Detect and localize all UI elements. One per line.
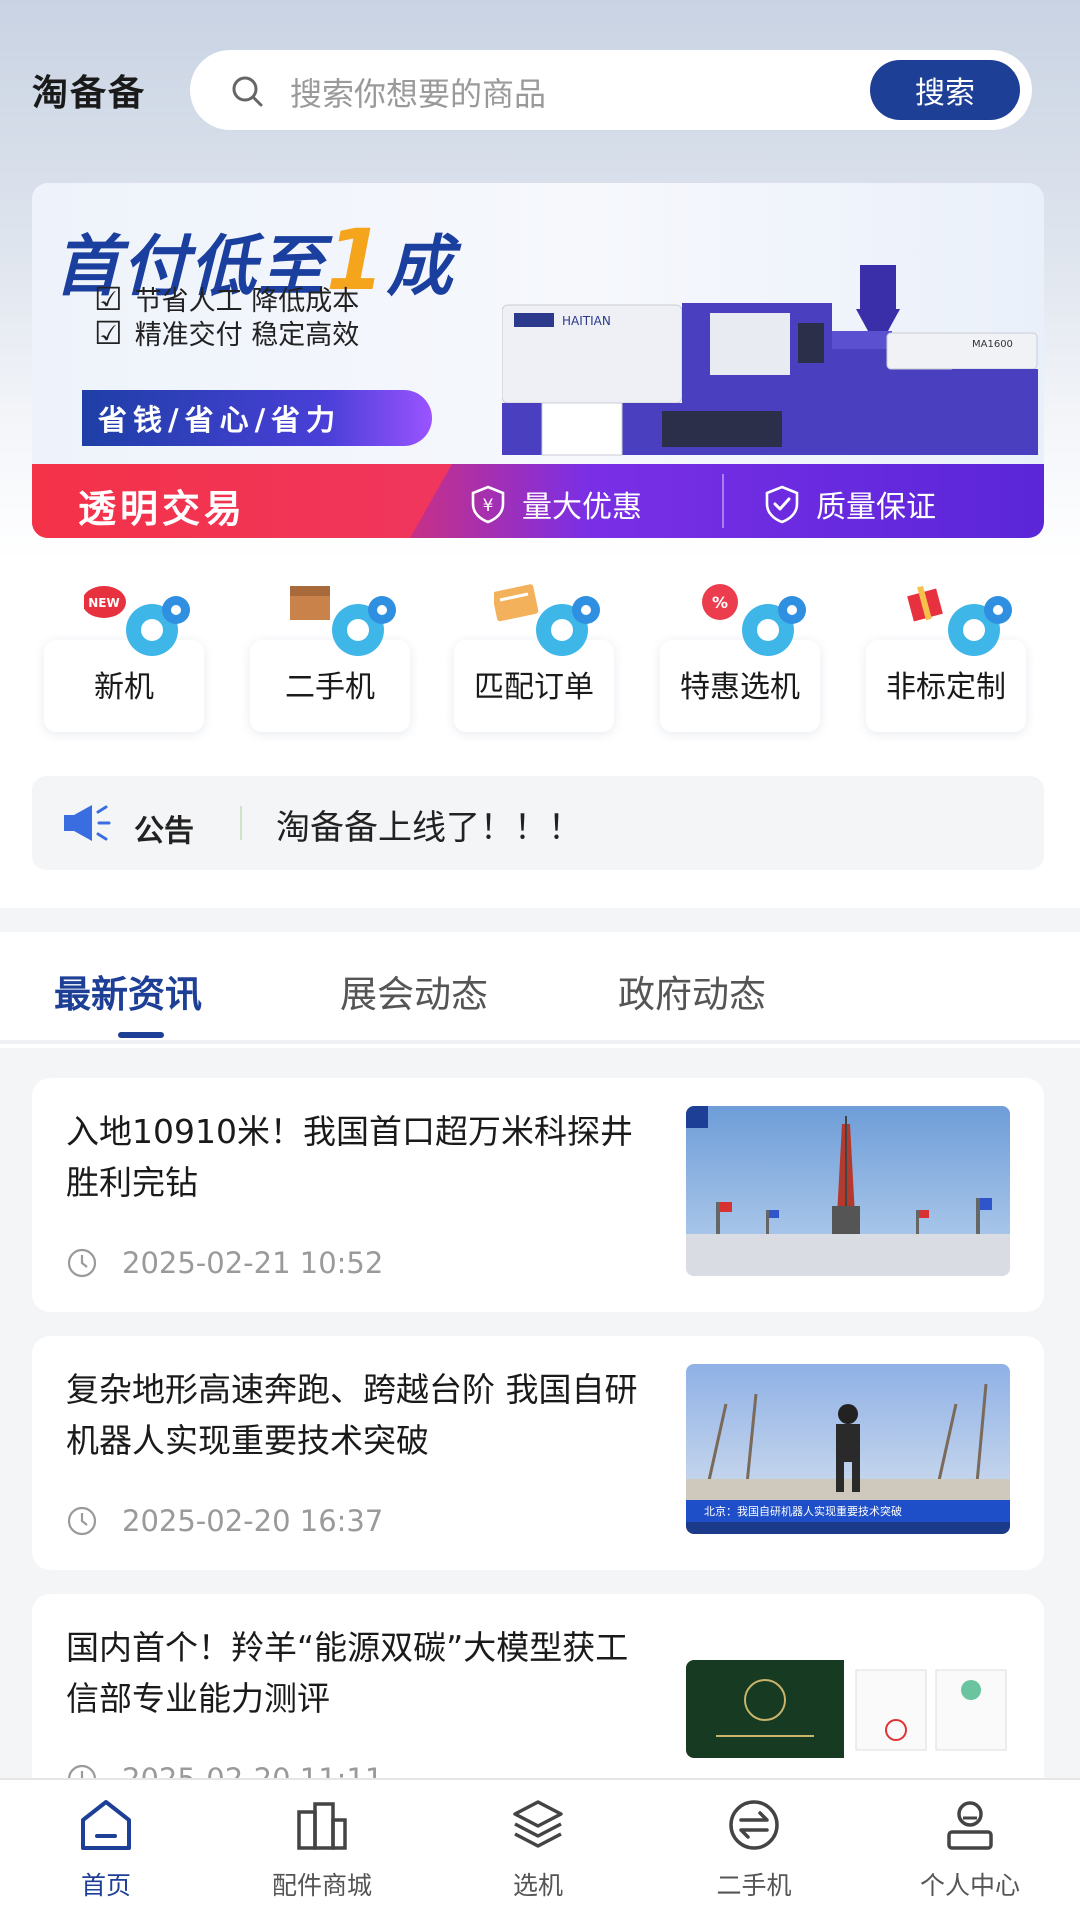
announcement-text: 淘备备上线了！！！ [276,808,582,848]
category-grid: NEW 新机 二手机 匹配订单 % 特惠选机 非标定制 [0,578,1080,738]
yen-shield-icon: ¥ [471,485,505,524]
drilling-rig-photo [686,1106,1010,1276]
news-time: 2025-02-21 10:52 [66,1246,383,1280]
box-gear-icon [290,586,396,656]
news-time: 2025-02-20 16:37 [66,1504,383,1538]
discount-gear-icon: % [702,584,806,656]
home-icon [81,1800,131,1850]
banner-bullet: ☑ 精准交付 稳定高效 [94,313,360,352]
injection-machine-image: HAITIAN MA1600 [502,265,1038,456]
tab-exhibition[interactable]: 展会动态 [340,964,488,1018]
news-title: 复杂地形高速奔跑、跨越台阶 我国自研机器人实现重要技术突破 [66,1370,638,1460]
bottom-nav: 首页 配件商城 选机 二手机 个人中心 [0,1778,1080,1920]
banner-feature-quality: 质量保证 [762,482,936,526]
search-placeholder: 搜索你想要的商品 [290,75,547,113]
certificate-photo [686,1660,1010,1758]
megaphone-icon [64,805,111,841]
banner-feature-discount: ¥ 量大优惠 [468,482,642,526]
tab-government[interactable]: 政府动态 [618,964,766,1018]
svg-text:HAITIAN: HAITIAN [562,314,611,328]
category-special-offer[interactable]: % 特惠选机 [660,584,820,732]
category-label: 非标定制 [886,670,1006,705]
exchange-icon [729,1800,779,1850]
svg-text:¥: ¥ [483,496,494,516]
nav-profile[interactable]: 个人中心 [880,1796,1060,1902]
svg-text:MA1600: MA1600 [972,339,1013,350]
search-icon [232,76,263,107]
category-label: 匹配订单 [474,670,594,705]
tab-latest-news[interactable]: 最新资讯 [54,964,202,1018]
svg-text:北京：我国自研机器人实现重要技术突破: 北京：我国自研机器人实现重要技术突破 [704,1504,902,1518]
checkbox-icon: ☑ [94,313,123,352]
news-title: 国内首个！羚羊“能源双碳”大模型获工信部专业能力测评 [66,1628,629,1718]
news-tabs: 最新资讯 展会动态 政府动态 [0,932,1080,1044]
layers-icon [513,1800,563,1848]
banner-bottom-title: 透明交易 [78,487,247,531]
header: 淘备备 搜索你想要的商品 搜索 [0,48,1080,132]
nav-select-machine[interactable]: 选机 [448,1796,628,1902]
banner-pill: 省钱/省心/省力 [82,390,432,446]
gift-gear-icon [907,585,1012,656]
checkbox-icon: ☑ [94,279,123,318]
category-label: 二手机 [285,670,375,705]
announcement-bar[interactable]: 公告 淘备备上线了！！！ [32,776,1044,870]
search-button[interactable]: 搜索 [870,60,1020,120]
search-input[interactable]: 搜索你想要的商品 搜索 [190,50,1032,130]
user-icon [947,1801,993,1850]
news-card[interactable]: 复杂地形高速奔跑、跨越台阶 我国自研机器人实现重要技术突破 2025-02-20… [32,1336,1044,1570]
svg-text:NEW: NEW [88,596,119,610]
svg-text:%: % [712,593,728,612]
clock-icon [67,1506,97,1536]
category-new-machine[interactable]: NEW 新机 [44,586,204,732]
category-match-order[interactable]: 匹配订单 [454,584,614,732]
banner-bottom-strip: 透明交易 ¥ 量大优惠 质量保证 [32,464,1044,538]
category-label: 特惠选机 [680,670,800,705]
clock-icon [67,1248,97,1278]
nav-home[interactable]: 首页 [16,1796,196,1902]
new-badge-gear-icon: NEW [84,586,190,656]
news-card[interactable]: 入地10910米！我国首口超万米科探井胜利完钻 2025-02-21 10:52 [32,1078,1044,1312]
promo-banner[interactable]: 首付低至1成 ☑ 节省人工 降低成本 ☑ 精准交付 稳定高效 省钱/省心/省力 … [32,183,1044,538]
nav-parts-store[interactable]: 配件商城 [232,1796,412,1902]
document-gear-icon [494,584,600,656]
nav-used-machine[interactable]: 二手机 [664,1796,844,1902]
robot-news-photo: 北京：我国自研机器人实现重要技术突破 [686,1364,1010,1534]
news-feed: 入地10910米！我国首口超万米科探井胜利完钻 2025-02-21 10:52 [0,1048,1080,1828]
store-icon [297,1802,347,1850]
news-title: 入地10910米！我国首口超万米科探井胜利完钻 [66,1112,633,1202]
category-used-machine[interactable]: 二手机 [250,586,410,732]
category-custom[interactable]: 非标定制 [866,585,1026,732]
app-title: 淘备备 [32,73,147,114]
tab-active-indicator [118,1032,164,1038]
announcement-label: 公告 [134,814,194,849]
category-label: 新机 [94,670,154,705]
check-shield-icon [765,485,799,524]
